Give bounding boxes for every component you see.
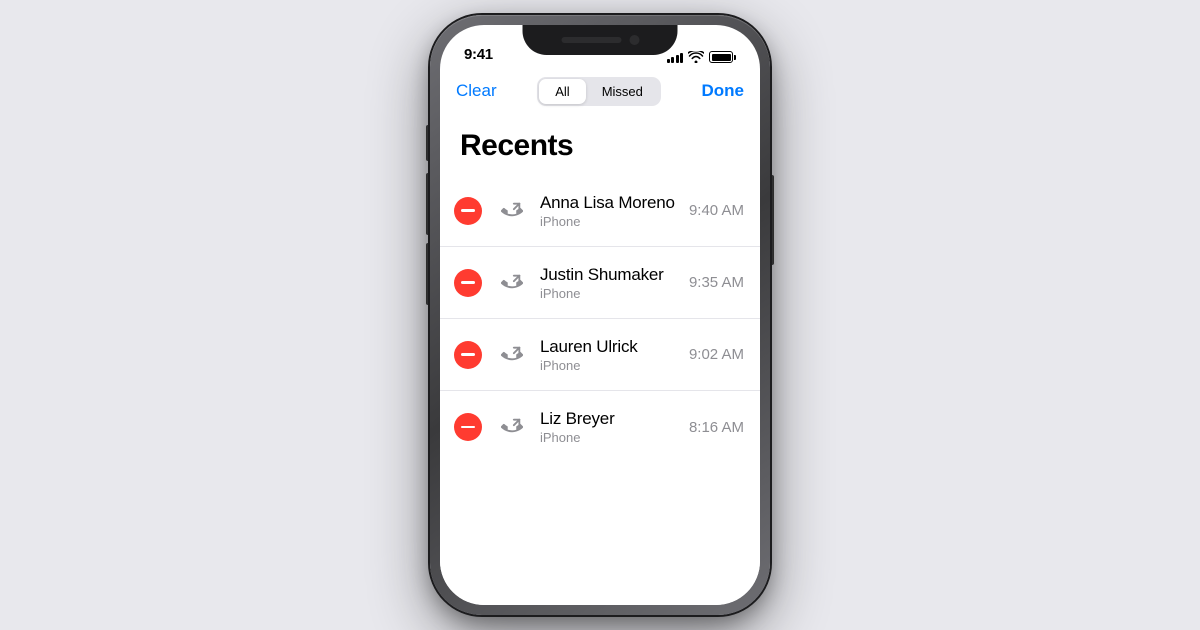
wifi-icon: [688, 51, 704, 63]
call-item[interactable]: Anna Lisa Moreno iPhone 9:40 AM: [440, 175, 760, 247]
signal-bar-3: [676, 55, 679, 63]
signal-bar-2: [671, 57, 674, 63]
camera: [629, 35, 639, 45]
notch: [523, 25, 678, 55]
call-info: Lauren Ulrick iPhone: [540, 337, 689, 373]
segmented-control[interactable]: All Missed: [537, 77, 661, 106]
status-icons: [667, 51, 737, 63]
phone-device: 9:41: [430, 15, 770, 615]
call-name: Anna Lisa Moreno: [540, 193, 689, 213]
call-name: Liz Breyer: [540, 409, 689, 429]
call-icon: [496, 339, 528, 371]
phone-bezel: 9:41: [430, 15, 770, 615]
delete-button[interactable]: [454, 413, 482, 441]
call-icon: [496, 195, 528, 227]
call-item[interactable]: Justin Shumaker iPhone 9:35 AM: [440, 247, 760, 319]
battery-tip: [734, 55, 736, 60]
call-icon: [496, 411, 528, 443]
call-info: Liz Breyer iPhone: [540, 409, 689, 445]
navigation-bar: Clear All Missed Done: [440, 69, 760, 113]
content-area: Recents: [440, 113, 760, 605]
seg-all-option[interactable]: All: [539, 79, 585, 104]
signal-bar-1: [667, 59, 670, 63]
clear-button[interactable]: Clear: [456, 81, 497, 101]
call-info: Anna Lisa Moreno iPhone: [540, 193, 689, 229]
call-time: 9:35 AM: [689, 274, 744, 291]
call-info: Justin Shumaker iPhone: [540, 265, 689, 301]
battery-body: [709, 51, 733, 63]
status-time: 9:41: [464, 46, 493, 63]
call-item[interactable]: Liz Breyer iPhone 8:16 AM: [440, 391, 760, 463]
done-button[interactable]: Done: [701, 81, 744, 101]
call-list: Anna Lisa Moreno iPhone 9:40 AM: [440, 175, 760, 463]
call-type: iPhone: [540, 214, 689, 229]
battery-fill: [712, 54, 731, 61]
signal-bar-4: [680, 53, 683, 63]
phone-screen: 9:41: [440, 25, 760, 605]
page-title: Recents: [440, 113, 760, 175]
call-name: Lauren Ulrick: [540, 337, 689, 357]
delete-button[interactable]: [454, 341, 482, 369]
battery-icon: [709, 51, 736, 63]
signal-icon: [667, 51, 684, 63]
speaker: [561, 37, 621, 43]
call-icon: [496, 267, 528, 299]
call-time: 8:16 AM: [689, 419, 744, 436]
call-type: iPhone: [540, 286, 689, 301]
call-type: iPhone: [540, 430, 689, 445]
delete-button[interactable]: [454, 197, 482, 225]
seg-missed-option[interactable]: Missed: [586, 79, 659, 104]
power-button[interactable]: [770, 175, 774, 265]
delete-button[interactable]: [454, 269, 482, 297]
call-time: 9:40 AM: [689, 202, 744, 219]
call-item[interactable]: Lauren Ulrick iPhone 9:02 AM: [440, 319, 760, 391]
call-type: iPhone: [540, 358, 689, 373]
call-time: 9:02 AM: [689, 346, 744, 363]
call-name: Justin Shumaker: [540, 265, 689, 285]
